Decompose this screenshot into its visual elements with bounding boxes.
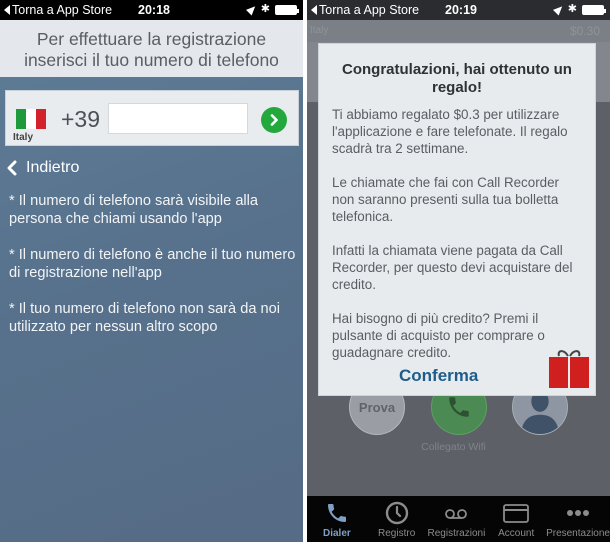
header-line-1: Per effettuare la registrazione [36,29,267,49]
registration-screen: Torna a App Store 20:18 ✱ Per effettuare… [0,0,303,542]
dialog-body: Ti abbiamo regalato $0.3 per utilizzare … [319,106,595,361]
confirm-button[interactable]: Conferma [399,366,478,386]
status-bar: Torna a App Store 20:18 ✱ [0,0,303,20]
back-button-label: Indietro [26,159,80,176]
location-icon [245,3,258,16]
tab-label: Account [498,528,535,539]
tab-bar: Dialer Registro Registrazioni Account Pr… [307,496,610,542]
dialog-paragraph: Ti abbiamo regalato $0.3 per utilizzare … [332,107,568,156]
dialog-paragraph: Hai bisogno di più credito? Premi il pul… [332,311,545,360]
clock-icon [385,501,408,525]
tab-registro[interactable]: Registro [367,496,427,542]
status-time: 20:18 [138,3,170,17]
country-prefix: +39 [61,106,101,132]
back-triangle-icon [4,5,10,15]
registration-header: Per effettuare la registrazione inserisc… [0,20,303,77]
credit-balance: $0.30 [569,24,600,38]
tab-dialer[interactable]: Dialer [307,496,367,542]
note-item: * Il numero di telefono è anche il tuo n… [9,247,296,281]
back-triangle-icon [311,5,317,15]
phone-entry-row: Italy +39 [5,90,299,146]
status-time: 20:19 [445,3,477,17]
italy-flag-icon[interactable] [16,109,46,129]
battery-icon [275,4,299,15]
credit-card-icon [503,504,530,523]
back-to-app-store[interactable]: Torna a App Store [311,3,419,17]
connection-status: Collegato Wifi [421,441,486,453]
status-icons: ✱ [552,3,606,16]
tab-presentazione[interactable]: Presentazione [546,496,610,542]
tab-registrazioni[interactable]: Registrazioni [427,496,487,542]
tab-label: Dialer [322,528,351,539]
status-icons: ✱ [245,3,299,16]
dialer-screen: Torna a App Store 20:19 ✱ Italy $0.30 Pr… [307,0,610,542]
tab-label: Presentazione [546,528,610,539]
phone-number-input[interactable] [108,103,248,134]
tab-label: Registro [378,528,416,539]
dialer-top-bar: Italy $0.30 [307,20,610,42]
gift-dialog: Congratulazioni, hai ottenuto un regalo!… [318,43,596,396]
back-to-app-store-label: Torna a App Store [12,3,113,17]
chevron-left-icon [7,160,17,176]
country-label: Italy [13,132,34,143]
phone-icon [449,397,469,417]
back-to-app-store-label: Torna a App Store [319,3,420,17]
gift-icon[interactable] [547,347,591,389]
chevron-right-icon [270,114,278,126]
dialog-title: Congratulazioni, hai ottenuto un regalo! [342,61,572,96]
phone-icon [327,504,346,522]
voicemail-icon [445,509,468,519]
registration-notes: * Il numero di telefono sarà visibile al… [9,192,299,354]
header-line-2: inserisci il tuo numero di telefono [24,50,279,70]
back-to-app-store[interactable]: Torna a App Store [4,3,112,17]
dialog-paragraph: Le chiamate che fai con Call Recorder no… [332,175,560,224]
back-button[interactable]: Indietro [6,159,79,177]
status-bar: Torna a App Store 20:19 ✱ [307,0,610,20]
more-dots-icon [567,510,590,516]
battery-icon [582,4,606,15]
test-call-label: Prova [358,399,396,415]
tab-label: Registrazioni [427,528,486,539]
dialog-paragraph: Infatti la chiamata viene pagata da Call… [332,243,573,292]
bluetooth-icon: ✱ [567,3,577,15]
location-icon [552,3,565,16]
country-label: Italy [310,25,329,36]
tab-account[interactable]: Account [486,496,546,542]
note-item: * Il tuo numero di telefono non sarà da … [9,301,280,335]
submit-phone-button[interactable] [261,107,287,133]
note-item: * Il numero di telefono sarà visibile al… [9,193,259,227]
bluetooth-icon: ✱ [260,3,270,15]
